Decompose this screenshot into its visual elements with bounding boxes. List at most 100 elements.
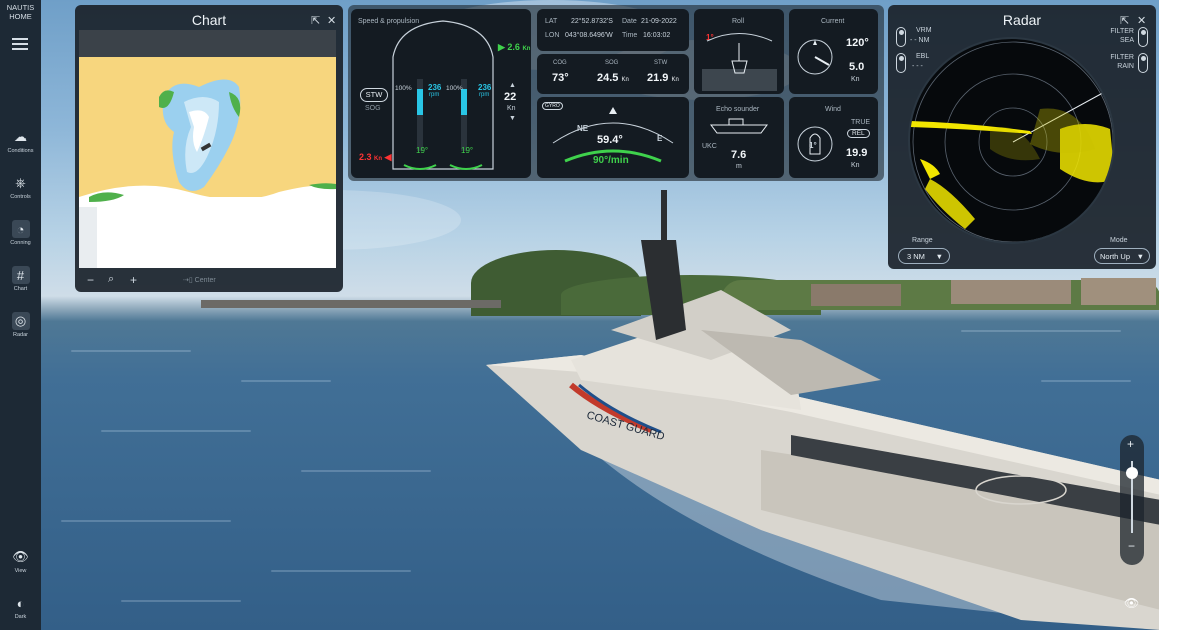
- logo-line-2: HOME: [9, 12, 32, 21]
- ship-profile-icon: [710, 118, 768, 134]
- chart-toolbar-strip: [79, 30, 336, 57]
- contrast-icon: ◐: [16, 595, 25, 611]
- zoom-minus-icon[interactable]: −: [1128, 539, 1135, 553]
- rate-of-turn-value: 90°/min: [593, 155, 629, 166]
- wind-tile: Wind 1° TRUE REL 19.9 Kn: [789, 97, 878, 178]
- left-thrust-pct: 100%: [395, 85, 412, 92]
- longitude-value: 043°08.6496'W: [565, 32, 613, 39]
- zoom-in-button[interactable]: +: [130, 273, 137, 287]
- wind-direction: 1°: [809, 141, 817, 150]
- vrm-label: VRM: [916, 27, 932, 34]
- close-icon[interactable]: ✕: [327, 14, 336, 27]
- range-select[interactable]: 3 NM ▼: [898, 248, 950, 264]
- roll-indicator: [702, 33, 777, 91]
- sidebar-item-label: View: [14, 568, 27, 574]
- vrm-toggle[interactable]: [896, 27, 906, 47]
- speed-propulsion-tile: Speed & propulsion ▶ 2.6 Kn STW SOG 100%…: [351, 9, 531, 178]
- ebl-label: EBL: [916, 53, 930, 60]
- motion-tile: COG 73° SOG 24.5 Kn STW 21.9 Kn: [537, 54, 689, 94]
- center-button[interactable]: ⇢▯ Center: [183, 276, 216, 284]
- logo-line-1: NAUTIS: [6, 3, 35, 12]
- right-rpm-unit: rpm: [479, 92, 490, 98]
- wind-speed: 19.9: [846, 147, 868, 159]
- current-direction: 120°: [846, 37, 869, 49]
- current-unit: Kn: [851, 76, 860, 83]
- current-speed: 5.0: [849, 61, 865, 73]
- arrow-down-icon: ▼: [509, 115, 516, 122]
- grid-icon: #: [11, 266, 30, 284]
- position-tile: LAT 22°52.8732'S Date 21-09-2022 LON 043…: [537, 9, 689, 51]
- mode-select[interactable]: North Up ▼: [1094, 248, 1150, 264]
- search-icon[interactable]: ⌕: [108, 273, 114, 286]
- radar-scope[interactable]: [908, 37, 1115, 244]
- stw-value: 21.9 Kn: [647, 72, 679, 84]
- aft-speed-value: 2.3 Kn ◀: [359, 152, 392, 162]
- sog-value: 24.5 Kn: [597, 72, 629, 84]
- app-logo[interactable]: NAUTIS HOME: [0, 3, 41, 21]
- filter-rain-toggle[interactable]: [1138, 53, 1148, 73]
- e-label: E: [657, 134, 663, 143]
- sidebar-item-chart[interactable]: # Chart: [0, 266, 41, 292]
- ne-label: NE: [577, 124, 589, 133]
- helm-icon: ⎈: [15, 175, 26, 190]
- chevron-down-icon: ▼: [1136, 252, 1144, 261]
- sidebar-item-label: Chart: [13, 286, 28, 292]
- zoom-plus-icon[interactable]: +: [1127, 437, 1134, 451]
- ebl-toggle[interactable]: [896, 53, 906, 73]
- ebl-value: - - -: [912, 63, 923, 70]
- current-tile: Current 120° 5.0 Kn: [789, 9, 878, 94]
- center-label: Center: [194, 277, 216, 284]
- sidebar-item-controls[interactable]: ⎈ Controls: [0, 174, 41, 200]
- vrm-value: - - NM: [910, 37, 930, 44]
- latitude-value: 22°52.8732'S: [571, 18, 613, 25]
- sidebar-item-conditions[interactable]: ☁ Conditions: [0, 128, 41, 154]
- right-rudder-value: 19°: [461, 146, 474, 155]
- left-rpm-unit: rpm: [429, 92, 440, 98]
- camera-zoom-slider[interactable]: + −: [1120, 435, 1144, 565]
- ukc-unit: m: [736, 163, 742, 170]
- forward-speed-unit: Kn: [507, 105, 516, 112]
- sidebar-item-radar[interactable]: ◎ Radar: [0, 312, 41, 338]
- nautical-chart-map[interactable]: [79, 57, 336, 268]
- center-icon: ⇢▯: [183, 277, 193, 284]
- sidebar-item-view[interactable]: 👁 View: [0, 548, 41, 574]
- panel-title: Radar: [1002, 12, 1042, 28]
- bridge: [201, 300, 501, 308]
- zoom-out-button[interactable]: −: [87, 273, 94, 287]
- speed-value: ▶ 2.6 Kn: [498, 42, 531, 52]
- heading-tile: GYRO NE E 59.4° 90°/min: [537, 97, 689, 178]
- sidebar-item-label: Radar: [13, 332, 28, 338]
- mode-label: Mode: [1110, 237, 1128, 244]
- range-label: Range: [912, 237, 933, 244]
- sidebar-item-dark[interactable]: ◐ Dark: [0, 594, 41, 621]
- eye-icon: 👁: [12, 549, 29, 564]
- time-value: 16:03:02: [643, 32, 671, 39]
- undock-icon[interactable]: ⇱: [311, 14, 320, 27]
- sidebar-item-label: Controls: [10, 194, 31, 200]
- sidebar-item-label: Dark: [14, 614, 27, 620]
- sidebar-item-label: Conning: [10, 240, 31, 246]
- current-compass: [797, 39, 833, 75]
- stw-toggle-button[interactable]: STW: [360, 88, 388, 102]
- wind-rel-toggle[interactable]: REL: [847, 129, 870, 138]
- undock-icon[interactable]: ⇱: [1120, 14, 1129, 27]
- roll-tile: Roll 1°: [694, 9, 784, 94]
- zoom-slider-thumb[interactable]: [1126, 467, 1138, 479]
- filter-sea-toggle[interactable]: [1138, 27, 1148, 47]
- filter-sea-label: FILTER SEA: [1110, 28, 1134, 44]
- wind-true-label[interactable]: TRUE: [851, 119, 870, 126]
- radar-icon: ◎: [11, 312, 30, 330]
- close-icon[interactable]: ✕: [1137, 14, 1146, 27]
- radar-panel: Radar ⇱ ✕ VRM - - NM EBL - - - FILTER SE…: [888, 5, 1156, 269]
- right-thrust-pct: 100%: [446, 85, 463, 92]
- left-rudder-value: 19°: [416, 146, 429, 155]
- sog-label: SOG: [365, 105, 381, 112]
- ukc-value: 7.6: [731, 149, 747, 161]
- forward-speed-value: 22: [504, 91, 517, 103]
- left-rpm: 236: [428, 83, 442, 92]
- menu-icon[interactable]: [12, 38, 28, 50]
- sidebar-item-conning[interactable]: ◔ Conning: [0, 220, 41, 246]
- eye-icon[interactable]: 👁: [1124, 596, 1139, 610]
- panel-title: Chart: [191, 12, 227, 28]
- chevron-down-icon: ▼: [935, 252, 943, 261]
